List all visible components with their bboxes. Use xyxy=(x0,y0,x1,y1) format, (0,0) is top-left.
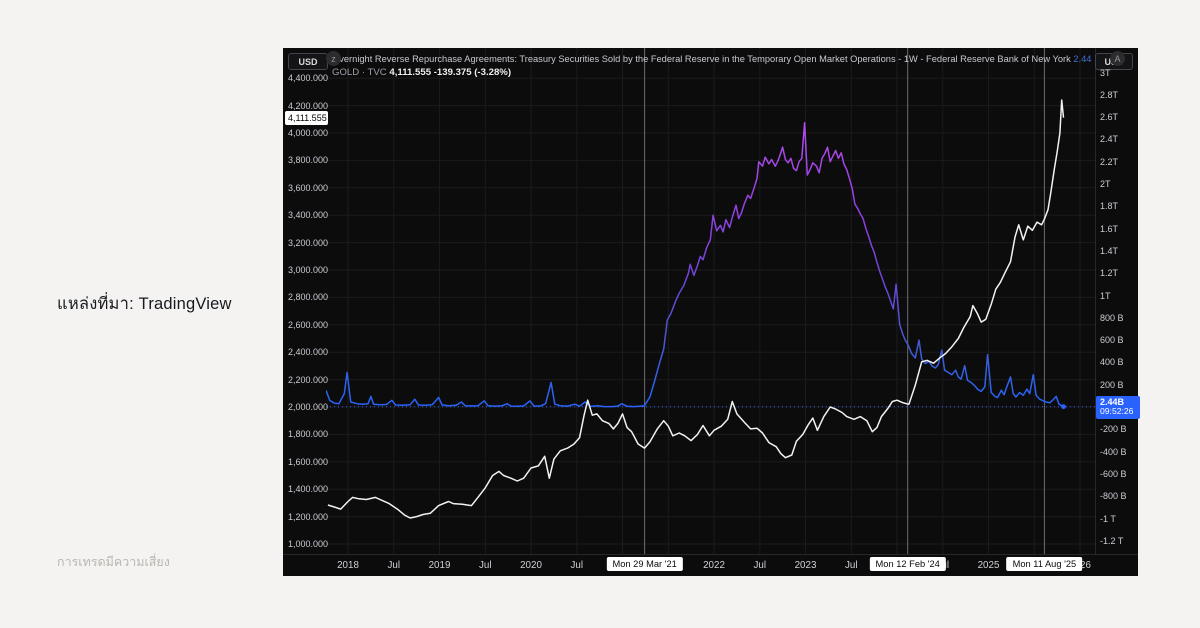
left-axis-tick: 3,600.000 xyxy=(288,183,328,193)
right-axis-tick: 2.4T xyxy=(1100,134,1118,144)
time-axis-tick: 2019 xyxy=(429,560,451,571)
right-axis-tick: -600 B xyxy=(1100,469,1127,479)
right-axis-tick: -1 T xyxy=(1100,514,1116,524)
right-axis-tick: 2.6T xyxy=(1100,112,1118,122)
right-axis-tick: -1.2 T xyxy=(1100,536,1123,546)
time-axis-tick: Jul xyxy=(753,560,766,571)
rrp-current-price-label: 2.44B 09:52:26 xyxy=(1096,396,1140,419)
tradingview-chart[interactable]: USD USD Overnight Reverse Repurchase Agr… xyxy=(283,48,1138,576)
right-axis-tick: -400 B xyxy=(1100,447,1127,457)
time-axis-tick: Jul xyxy=(479,560,492,571)
right-axis-tick: -200 B xyxy=(1100,424,1127,434)
chart-canvas[interactable] xyxy=(283,48,1138,576)
right-axis-tick: 1.4T xyxy=(1100,246,1118,256)
left-axis-tick: 2,400.000 xyxy=(288,347,328,357)
right-axis-tick: 2T xyxy=(1100,179,1111,189)
right-axis-tick: 400 B xyxy=(1100,357,1124,367)
crosshair-date-label: Mon 29 Mar '21 xyxy=(606,557,682,571)
right-axis-tick: 1.6T xyxy=(1100,224,1118,234)
time-axis-tick: Jul xyxy=(845,560,858,571)
left-axis-tick: 3,400.000 xyxy=(288,210,328,220)
gold-current-price-label: 4,111.555 xyxy=(285,111,328,125)
gold-change: -139.375 (-3.28%) xyxy=(434,67,511,78)
time-axis-tick: 2023 xyxy=(795,560,817,571)
left-axis-tick: 1,400.000 xyxy=(288,484,328,494)
chart-legend-row-rrp[interactable]: Overnight Reverse Repurchase Agreements:… xyxy=(332,53,1092,66)
time-axis[interactable]: 2018Jul2019Jul2020Jul2021Jul2022Jul2023J… xyxy=(283,555,1138,576)
left-axis-tick: 1,000.000 xyxy=(288,539,328,549)
chart-legend-row-gold[interactable]: GOLD · TVC 4,111.555 -139.375 (-3.28%) xyxy=(332,66,511,79)
rrp-value: 2.44 B xyxy=(1073,54,1092,64)
risk-disclaimer-label: การเทรดมีความเสี่ยง xyxy=(57,552,170,572)
left-axis-tick: 3,800.000 xyxy=(288,155,328,165)
right-axis-tick: 600 B xyxy=(1100,335,1124,345)
left-axis-tick: 3,200.000 xyxy=(288,238,328,248)
left-axis-tick: 2,800.000 xyxy=(288,292,328,302)
gold-value: 4,111.555 xyxy=(389,67,431,78)
left-axis-tick: 3,000.000 xyxy=(288,265,328,275)
crosshair-date-label: Mon 11 Aug '25 xyxy=(1007,557,1083,571)
series-lines xyxy=(326,100,1095,518)
source-label: แหล่งที่มา: TradingView xyxy=(57,291,232,317)
left-axis-tick: 4,200.000 xyxy=(288,101,328,111)
right-axis-tick: 3T xyxy=(1100,68,1111,78)
bar-countdown: 09:52:26 xyxy=(1100,407,1136,417)
grid-lines xyxy=(326,48,1095,554)
rrp-title: Overnight Reverse Repurchase Agreements:… xyxy=(332,54,1071,64)
crosshair-separator-lines xyxy=(645,48,1045,554)
time-axis-tick: 2018 xyxy=(337,560,359,571)
right-axis-tick: 2.8T xyxy=(1100,90,1118,100)
auto-scale-button[interactable]: A xyxy=(1110,51,1125,66)
time-axis-tick: 2025 xyxy=(978,560,1000,571)
time-axis-tick: Jul xyxy=(387,560,400,571)
logo-circle-button[interactable]: z xyxy=(326,51,341,66)
crosshair-date-label: Mon 12 Feb '24 xyxy=(870,557,946,571)
right-axis-tick: 1.2T xyxy=(1100,268,1118,278)
time-axis-tick: Jul xyxy=(570,560,583,571)
right-price-scale[interactable]: 3T 2.8T 2.6T 2.4T 2.2T 2T 1.8T 1.6T 1.4T 1.2T 1T 80… xyxy=(1100,48,1138,554)
page: แหล่งที่มา: TradingView การเทรดมีความเสี… xyxy=(0,0,1200,628)
right-axis-tick: 1T xyxy=(1100,291,1111,301)
right-axis-tick: 2.2T xyxy=(1100,157,1118,167)
time-axis-tick: 2020 xyxy=(520,560,542,571)
gold-symbol: GOLD · TVC xyxy=(332,67,387,78)
right-axis-tick: 200 B xyxy=(1100,380,1124,390)
left-axis-tick: 4,000.000 xyxy=(288,128,328,138)
left-axis-tick: 1,600.000 xyxy=(288,457,328,467)
left-axis-tick: 2,600.000 xyxy=(288,320,328,330)
left-axis-tick: 1,800.000 xyxy=(288,429,328,439)
left-axis-tick: 4,400.000 xyxy=(288,73,328,83)
right-axis-tick: -800 B xyxy=(1100,491,1127,501)
right-axis-tick: 1.8T xyxy=(1100,201,1118,211)
left-axis-tick: 2,000.000 xyxy=(288,402,328,412)
time-axis-tick: 2022 xyxy=(703,560,725,571)
left-axis-tick: 2,200.000 xyxy=(288,375,328,385)
left-axis-tick: 1,200.000 xyxy=(288,512,328,522)
right-axis-tick: 800 B xyxy=(1100,313,1124,323)
